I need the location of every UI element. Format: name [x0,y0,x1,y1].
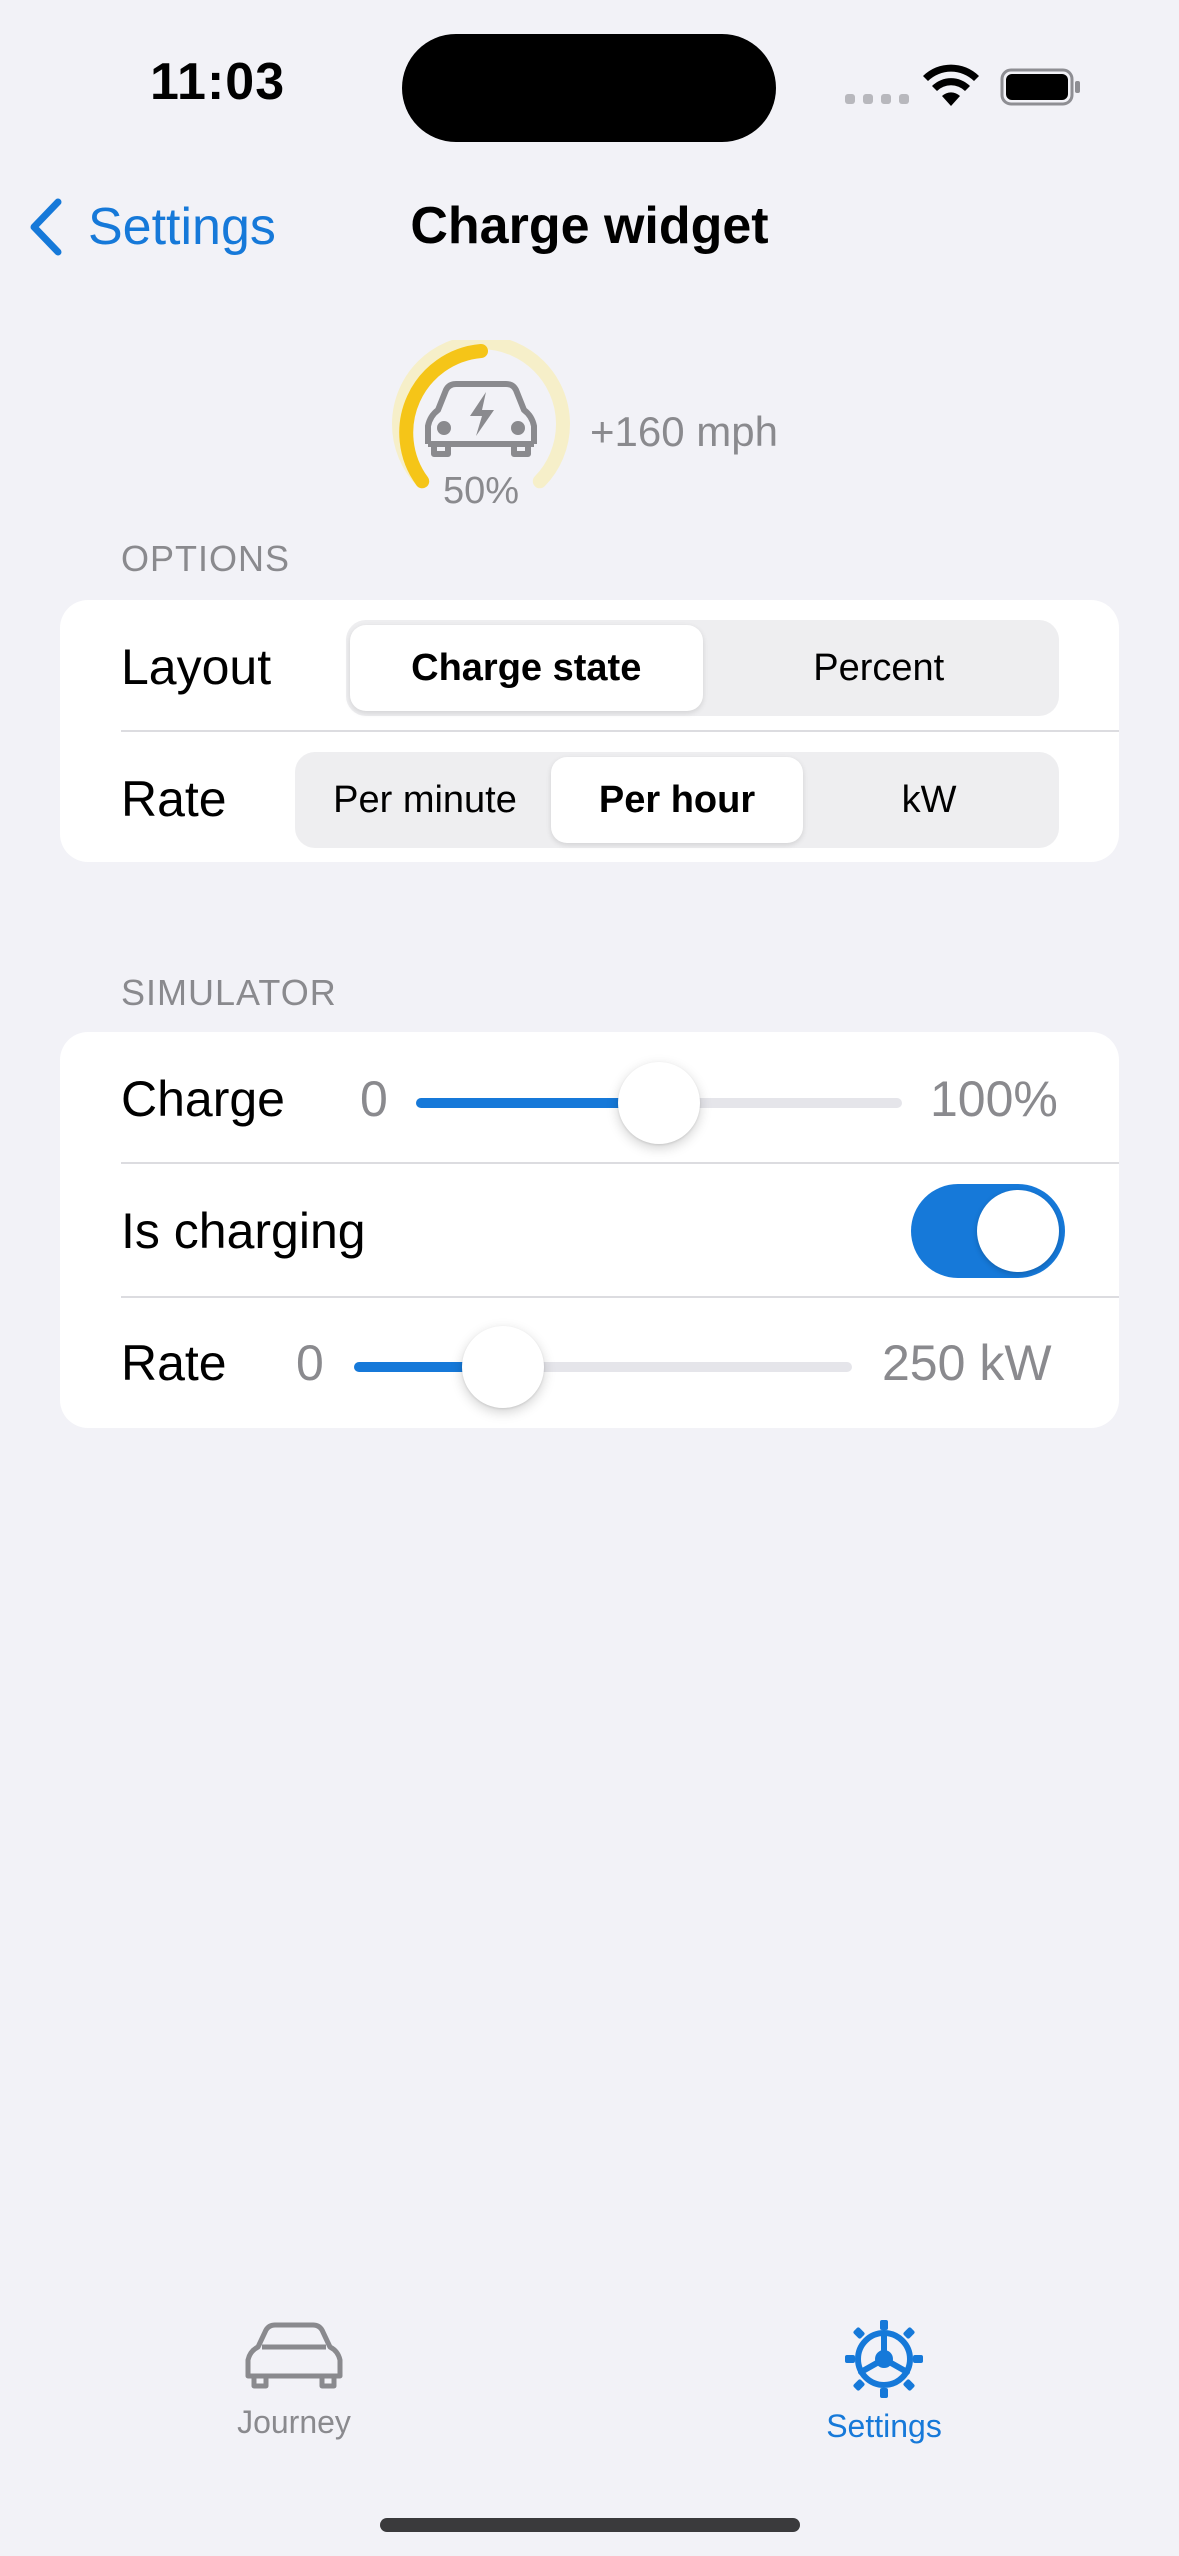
charge-max-label: 100% [930,1071,1058,1127]
charge-label: Charge [121,1071,285,1127]
charge-rate-label: +160 mph [590,408,778,455]
page-title: Charge widget [410,197,769,255]
home-indicator [380,2518,800,2532]
gear-icon [845,2320,923,2398]
rate-option-per-hour[interactable]: Per hour [551,757,803,843]
layout-segmented-control[interactable]: Charge state Percent [346,620,1059,716]
rate-segmented-control[interactable]: Per minute Per hour kW [295,752,1059,848]
divider [121,1296,1119,1298]
divider [121,1162,1119,1164]
rate-option-kw[interactable]: kW [803,757,1055,843]
layout-option-percent[interactable]: Percent [703,625,1056,711]
tab-journey[interactable]: Journey [164,2320,424,2441]
options-card: Layout Charge state Percent Rate Per min… [60,600,1119,862]
simulator-card: Charge 0 100% Is charging Rate 0 250 kW [60,1032,1119,1428]
divider [121,730,1119,732]
wifi-icon [923,64,979,106]
rate-option-label: Rate [121,771,227,827]
charge-min-label: 0 [360,1071,388,1127]
charge-percent-label: 50% [442,470,520,512]
tab-journey-label: Journey [237,2404,351,2440]
rate-max-label: 250 kW [882,1335,1052,1391]
is-charging-label: Is charging [121,1203,366,1259]
dynamic-island [402,34,776,142]
rate-min-label: 0 [296,1335,324,1391]
rate-option-per-minute[interactable]: Per minute [299,757,551,843]
cellular-signal-icon [845,94,909,104]
toggle-knob [977,1190,1059,1272]
rate-label: Rate [121,1335,227,1391]
simulator-header: SIMULATOR [121,972,337,1013]
options-header: OPTIONS [121,538,291,579]
rate-slider[interactable] [354,1326,852,1408]
rate-slider-thumb[interactable] [462,1326,545,1408]
tab-settings[interactable]: Settings [754,2320,1014,2445]
battery-icon [1000,68,1080,106]
car-charging-icon [425,381,537,457]
charge-slider-thumb[interactable] [618,1062,700,1144]
is-charging-toggle[interactable] [911,1184,1065,1278]
status-time: 11:03 [150,53,286,111]
tab-settings-label: Settings [826,2408,942,2444]
charge-slider[interactable] [416,1062,902,1144]
layout-label: Layout [121,639,272,695]
car-icon [245,2322,343,2389]
layout-option-charge-state[interactable]: Charge state [350,625,703,711]
